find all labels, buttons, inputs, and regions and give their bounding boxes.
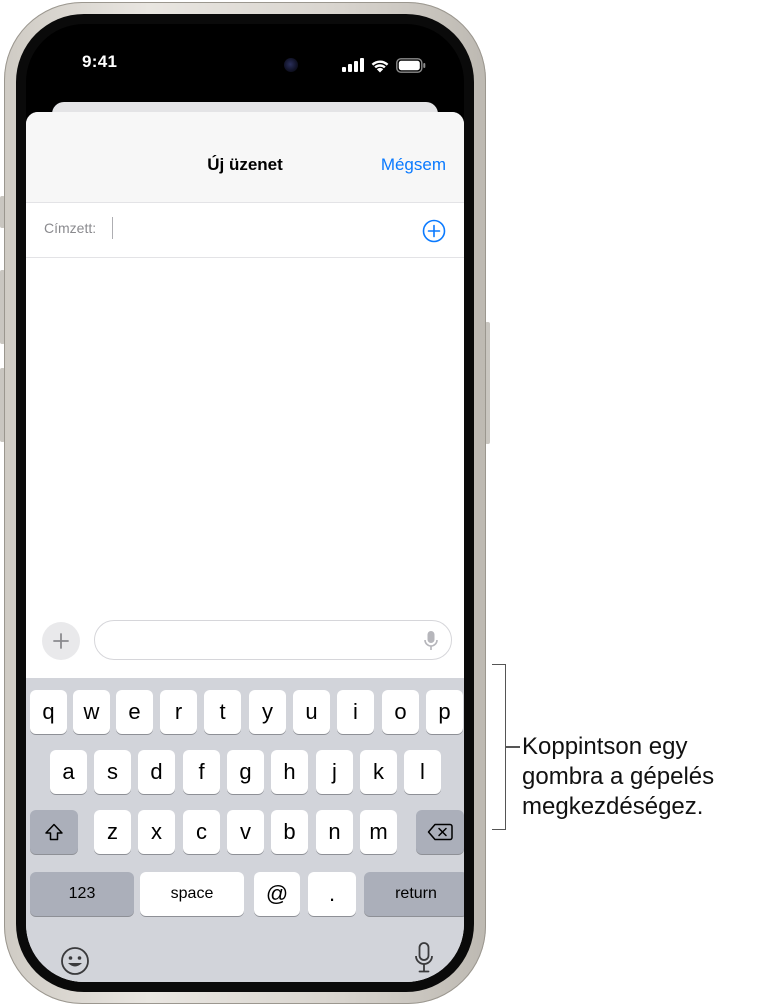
period-key[interactable]: . [308, 872, 356, 916]
status-time: 9:41 [82, 52, 118, 71]
key-x[interactable]: x [138, 810, 175, 854]
key-u[interactable]: u [293, 690, 330, 734]
plus-icon [53, 633, 69, 649]
key-i[interactable]: i [337, 690, 374, 734]
recipient-label: Címzett: [44, 220, 97, 236]
key-t[interactable]: t [204, 690, 241, 734]
navigation-bar: Új üzenet Mégsem [26, 112, 464, 203]
microphone-icon[interactable] [414, 942, 434, 974]
cancel-button[interactable]: Mégsem [381, 155, 446, 175]
battery-icon [396, 57, 426, 73]
wifi-icon [371, 59, 389, 72]
plus-circle-icon[interactable] [422, 219, 446, 243]
new-message-sheet: Új üzenet Mégsem Címzett: q w e r t y u … [26, 112, 464, 982]
status-bar: 9:41 [26, 24, 464, 104]
key-r[interactable]: r [160, 690, 197, 734]
delete-key[interactable] [416, 810, 464, 854]
callout-bracket [492, 664, 506, 830]
key-n[interactable]: n [316, 810, 353, 854]
key-j[interactable]: j [316, 750, 353, 794]
callout-line [506, 746, 520, 748]
key-o[interactable]: o [382, 690, 419, 734]
attach-button[interactable] [42, 622, 80, 660]
recipient-row[interactable]: Címzett: [26, 203, 464, 258]
key-l[interactable]: l [404, 750, 441, 794]
key-f[interactable]: f [183, 750, 220, 794]
at-key[interactable]: @ [254, 872, 300, 916]
key-d[interactable]: d [138, 750, 175, 794]
key-s[interactable]: s [94, 750, 131, 794]
key-h[interactable]: h [271, 750, 308, 794]
key-c[interactable]: c [183, 810, 220, 854]
key-g[interactable]: g [227, 750, 264, 794]
key-a[interactable]: a [50, 750, 87, 794]
key-q[interactable]: q [30, 690, 67, 734]
key-w[interactable]: w [73, 690, 110, 734]
key-p[interactable]: p [426, 690, 463, 734]
phone-screen: 9:41 Új üzenet Mégsem Címzett: q w e r t… [26, 24, 464, 982]
keyboard: q w e r t y u i o p a s d f g h j k l z … [26, 678, 464, 982]
microphone-icon[interactable] [423, 630, 439, 652]
shift-icon [45, 823, 63, 841]
key-z[interactable]: z [94, 810, 131, 854]
key-v[interactable]: v [227, 810, 264, 854]
text-caret [112, 217, 113, 239]
cellular-signal-icon [342, 58, 364, 72]
return-key[interactable]: return [364, 872, 464, 916]
key-k[interactable]: k [360, 750, 397, 794]
phone-bezel: 9:41 Új üzenet Mégsem Címzett: q w e r t… [16, 14, 474, 992]
delete-icon [427, 823, 453, 841]
front-camera [284, 58, 298, 72]
key-y[interactable]: y [249, 690, 286, 734]
callout-text: Koppintson egy gombra a gépelés megkezdé… [522, 733, 715, 820]
space-key[interactable]: space [140, 872, 244, 916]
message-input[interactable] [94, 620, 452, 660]
status-icons [342, 56, 426, 74]
emoji-icon[interactable] [60, 946, 90, 976]
iphone-frame: 9:41 Új üzenet Mégsem Címzett: q w e r t… [4, 2, 486, 1004]
key-e[interactable]: e [116, 690, 153, 734]
key-b[interactable]: b [271, 810, 308, 854]
key-m[interactable]: m [360, 810, 397, 854]
numbers-key[interactable]: 123 [30, 872, 134, 916]
shift-key[interactable] [30, 810, 78, 854]
